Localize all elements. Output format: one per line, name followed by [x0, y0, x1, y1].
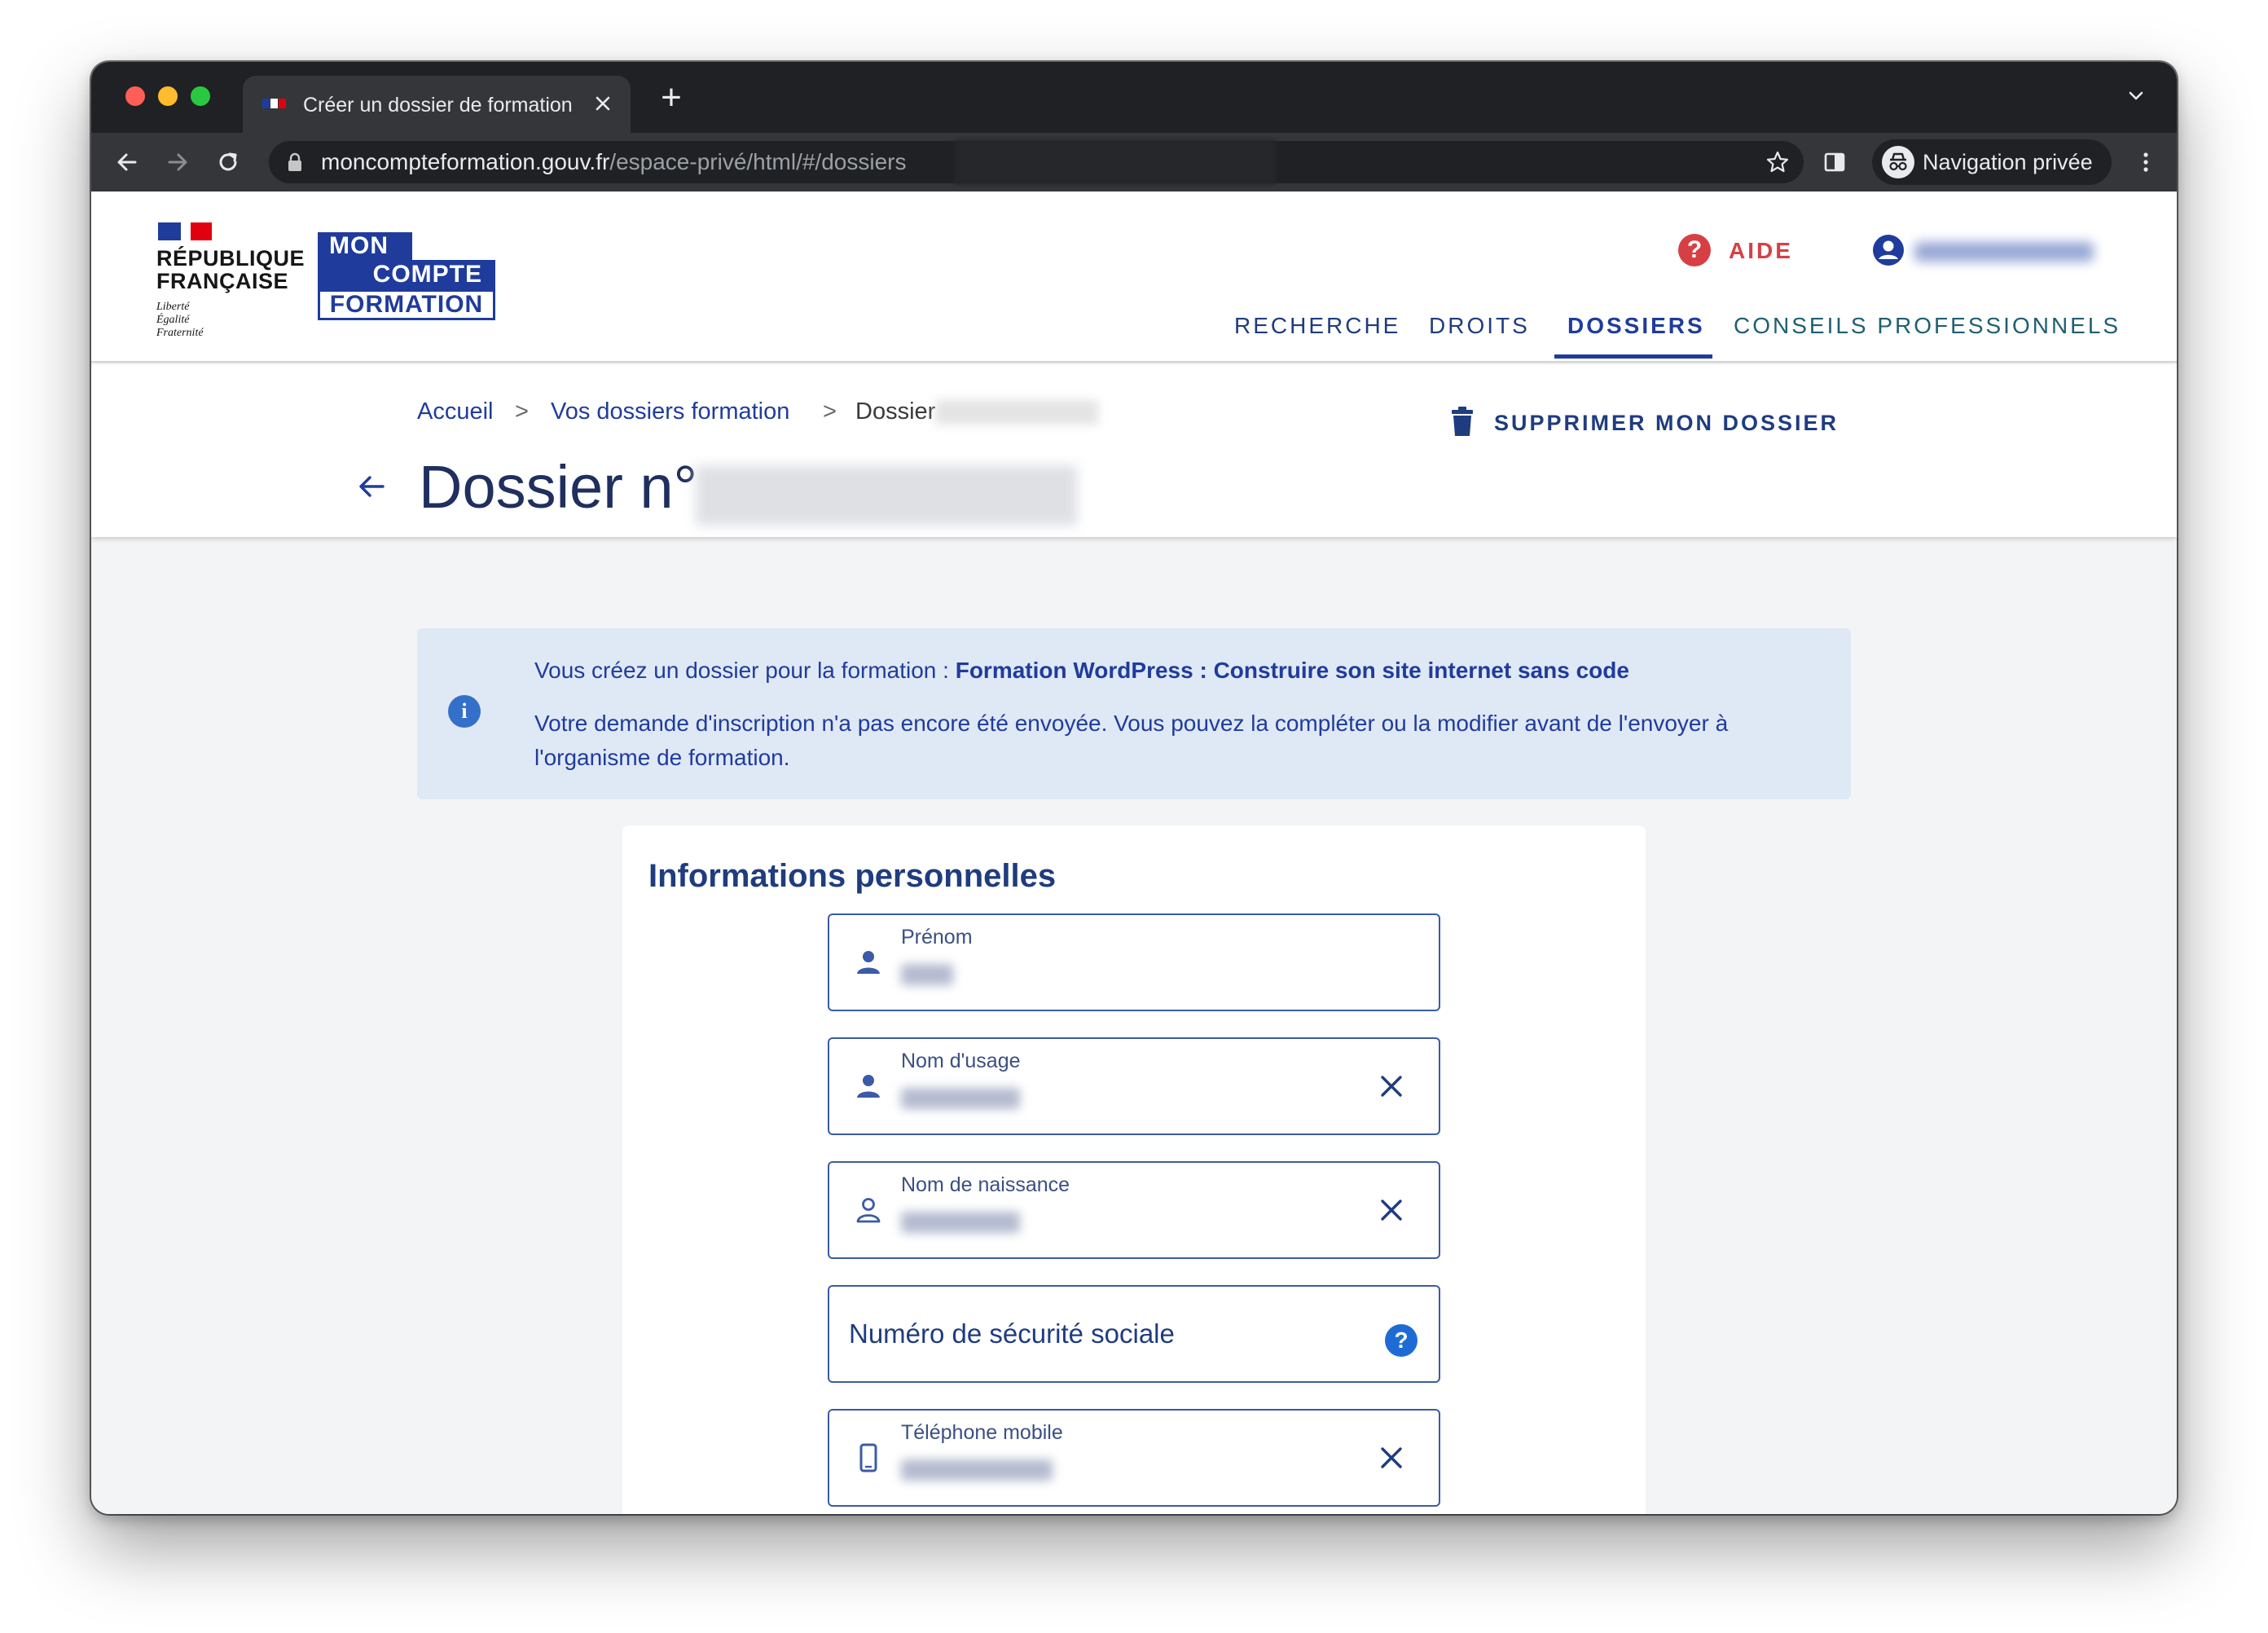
incognito-icon	[1882, 146, 1914, 178]
url-redaction	[955, 139, 1276, 185]
telephone-value-redaction	[901, 1459, 1053, 1481]
logo-line-formation: FORMATION	[318, 289, 495, 320]
question-circle-icon[interactable]: ?	[1385, 1324, 1418, 1357]
breadcrumb-redaction	[935, 400, 1098, 425]
prenom-label: Prénom	[901, 926, 973, 949]
site-header: RÉPUBLIQUE FRANÇAISE Liberté Égalité Frater…	[91, 191, 2177, 363]
chevron-right-icon: >	[515, 398, 529, 425]
tab-active[interactable]: Créer un dossier de formation	[243, 76, 631, 133]
browser-toolbar: moncompteformation.gouv.fr/espace-privé/…	[91, 133, 2177, 191]
tab-title: Créer un dossier de formation	[303, 94, 573, 117]
lock-icon[interactable]	[287, 152, 303, 172]
close-icon[interactable]	[590, 90, 616, 117]
minimize-window-button[interactable]	[158, 86, 178, 106]
telephone-field[interactable]: Téléphone mobile	[828, 1409, 1440, 1507]
info-icon: i	[448, 695, 481, 728]
user-circle-icon	[1872, 234, 1905, 266]
person-icon	[854, 948, 883, 977]
breadcrumb-accueil[interactable]: Accueil	[417, 397, 494, 426]
page: RÉPUBLIQUE FRANÇAISE Liberté Égalité Frater…	[91, 191, 2177, 1514]
secu-label: Numéro de sécurité sociale	[849, 1318, 1175, 1349]
nom-usage-value-redaction	[901, 1088, 1020, 1109]
info-status-line: Votre demande d'inscription n'a pas enco…	[534, 711, 1729, 770]
rf-name: RÉPUBLIQUE FRANÇAISE	[156, 246, 305, 293]
nom-usage-field[interactable]: Nom d'usage	[828, 1037, 1440, 1135]
kebab-menu-icon[interactable]	[2131, 147, 2160, 177]
close-window-button[interactable]	[125, 86, 145, 106]
arrow-right-icon[interactable]	[163, 147, 192, 177]
person-icon	[854, 1072, 883, 1101]
browser-window: Créer un dossier de formation + moncompt…	[91, 62, 2177, 1514]
delete-dossier-label: SUPPRIMER MON DOSSIER	[1494, 411, 1839, 435]
rf-motto: Liberté Égalité Fraternité	[156, 301, 204, 339]
info-formation-line: Vous créez un dossier pour la formation …	[534, 658, 1629, 683]
nav-droits[interactable]: DROITS	[1429, 312, 1530, 345]
tab-bar: Créer un dossier de formation +	[91, 62, 2177, 133]
reload-icon[interactable]	[213, 147, 243, 177]
nom-naissance-label: Nom de naissance	[901, 1173, 1070, 1196]
section-title: Informations personnelles	[648, 858, 1057, 894]
logo-line-mon: MON	[318, 232, 412, 260]
personal-info-card: Informations personnelles Prénom Nom d'u…	[622, 825, 1646, 1514]
breadcrumb-vos-dossiers[interactable]: Vos dossiers formation	[551, 397, 789, 426]
incognito-button[interactable]: Navigation privée	[1872, 139, 2112, 185]
new-tab-button[interactable]: +	[653, 80, 689, 116]
nav-recherche[interactable]: RECHERCHE	[1234, 312, 1400, 345]
nav-dossiers[interactable]: DOSSIERS	[1567, 312, 1705, 345]
zoom-window-button[interactable]	[191, 86, 210, 106]
page-subheader: Accueil > Vos dossiers formation > Dossi…	[91, 364, 2177, 537]
close-icon[interactable]	[1377, 1072, 1406, 1101]
logo-line-compte: COMPTE	[318, 260, 495, 289]
close-icon[interactable]	[1377, 1443, 1406, 1472]
nav-conseils-professionnels[interactable]: CONSEILS PROFESSIONNELS	[1734, 312, 2121, 345]
marianne-flag-icon	[156, 222, 213, 240]
prenom-value-redaction	[901, 964, 953, 985]
arrow-left-icon[interactable]	[112, 147, 142, 177]
chevron-right-icon: >	[823, 398, 837, 425]
info-banner: i Vous créez un dossier pour la formatio…	[417, 628, 1851, 799]
secu-field[interactable]: Numéro de sécurité sociale ?	[828, 1285, 1440, 1383]
address-bar[interactable]: moncompteformation.gouv.fr/espace-privé/…	[269, 139, 1804, 185]
prenom-field[interactable]: Prénom	[828, 913, 1440, 1011]
dossier-number-redaction	[696, 465, 1077, 526]
nom-naissance-field[interactable]: Nom de naissance	[828, 1161, 1440, 1259]
user-account-link[interactable]	[1872, 232, 2116, 268]
close-icon[interactable]	[1377, 1195, 1406, 1225]
question-circle-icon: ?	[1678, 234, 1711, 266]
aide-label: AIDE	[1729, 238, 1793, 263]
telephone-label: Téléphone mobile	[901, 1421, 1063, 1444]
trash-icon	[1450, 407, 1475, 438]
favicon-icon	[262, 98, 287, 108]
nom-naissance-value-redaction	[901, 1212, 1020, 1233]
nav-active-indicator	[1554, 354, 1712, 359]
nom-usage-label: Nom d'usage	[901, 1050, 1021, 1072]
phone-icon	[854, 1443, 883, 1472]
page-title: Dossier n°	[419, 453, 698, 521]
url-text: moncompteformation.gouv.fr/espace-privé/…	[321, 149, 907, 174]
mon-compte-formation-logo[interactable]: MON COMPTE FORMATION	[318, 232, 495, 320]
breadcrumb-dossier: Dossier	[855, 398, 936, 425]
star-icon[interactable]	[1765, 149, 1791, 175]
user-name-redaction	[1914, 242, 2094, 262]
person-outline-icon	[854, 1195, 883, 1225]
arrow-left-icon[interactable]	[355, 470, 388, 503]
side-panel-icon[interactable]	[1820, 147, 1849, 177]
chevron-down-icon[interactable]	[2123, 83, 2149, 109]
incognito-label: Navigation privée	[1923, 150, 2093, 174]
republique-francaise-logo[interactable]: RÉPUBLIQUE FRANÇAISE Liberté Égalité Frater…	[156, 222, 305, 345]
